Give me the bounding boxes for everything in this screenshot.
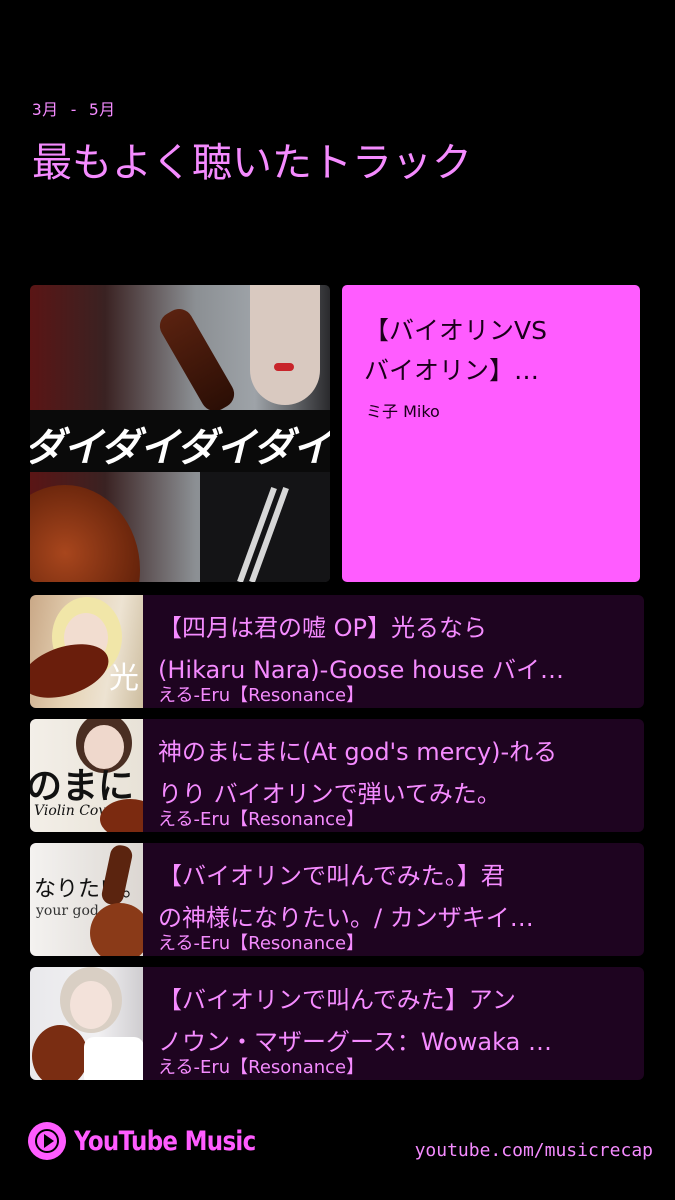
page-title: 最もよく聴いたトラック [32,140,472,186]
thumbnail-banner-text: ダイダイダイダイキ [30,425,330,471]
track-thumbnail: のまに Violin Cover [30,719,143,832]
shirt-graphic [84,1037,143,1080]
track-title: 【四月は君の嘘 OP】光るなら (Hikaru Nara)-Goose hous… [158,607,628,691]
track-title-line1: 【バイオリンで叫んでみた。】君 [158,862,505,890]
violin-graphic [90,903,143,956]
youtube-music-logo[interactable]: YouTube Music [28,1121,288,1161]
top-track-title-line2: バイオリン】… [364,356,540,385]
face-graphic [70,981,112,1029]
track-title: 神のまにまに(At god's mercy)-れる りり バイオリンで弾いてみた… [158,731,628,815]
top-track-card[interactable]: 【バイオリンVS バイオリン】… ミ子 Miko [342,285,640,582]
thumbnail-subtext: your god. [36,903,104,919]
date-range: 3月 - 5月 [32,100,116,119]
jacket-graphic [200,472,330,582]
track-thumbnail: 光 [30,595,143,708]
track-row[interactable]: 【バイオリンで叫んでみた】アン ノウン・マザーグース：Wowaka … える-E… [30,967,644,1080]
track-title-line1: 【四月は君の嘘 OP】光るなら [158,614,487,642]
track-thumbnail [30,967,143,1080]
violin-scroll-graphic [154,303,240,417]
violin-body-graphic [30,485,140,582]
lips-graphic [274,363,294,371]
footer-url[interactable]: youtube.com/musicrecap [415,1140,653,1161]
youtube-music-icon [28,1122,66,1160]
track-title: 【バイオリンで叫んでみた】アン ノウン・マザーグース：Wowaka … [158,979,628,1063]
track-title-line1: 【バイオリンで叫んでみた】アン [158,986,516,1014]
youtube-music-logo-text: YouTube Music [74,1125,256,1157]
track-artist: える-Eru【Resonance】 [158,681,369,707]
thumbnail-text: 光 [109,661,139,696]
track-thumbnail: なりたい。 your god. [30,843,143,956]
top-track-thumbnail[interactable]: ダイダイダイダイキ [30,285,330,582]
track-title-line1: 神のまにまに(At god's mercy)-れる [158,738,558,766]
track-row[interactable]: 光 【四月は君の嘘 OP】光るなら (Hikaru Nara)-Goose ho… [30,595,644,708]
top-track-title: 【バイオリンVS バイオリン】… [364,311,624,391]
track-artist: える-Eru【Resonance】 [158,929,369,955]
track-row[interactable]: なりたい。 your god. 【バイオリンで叫んでみた。】君 の神様になりたい… [30,843,644,956]
top-track-title-line1: 【バイオリンVS [364,316,547,345]
violin-graphic [32,1025,88,1080]
track-artist: える-Eru【Resonance】 [158,805,369,831]
track-artist: える-Eru【Resonance】 [158,1053,369,1079]
artist-face-graphic [250,285,320,405]
track-row[interactable]: のまに Violin Cover 神のまにまに(At god's mercy)-… [30,719,644,832]
track-title: 【バイオリンで叫んでみた。】君 の神様になりたい。/ カンザキイ… [158,855,628,939]
top-track-artist: ミ子 Miko [366,402,440,421]
